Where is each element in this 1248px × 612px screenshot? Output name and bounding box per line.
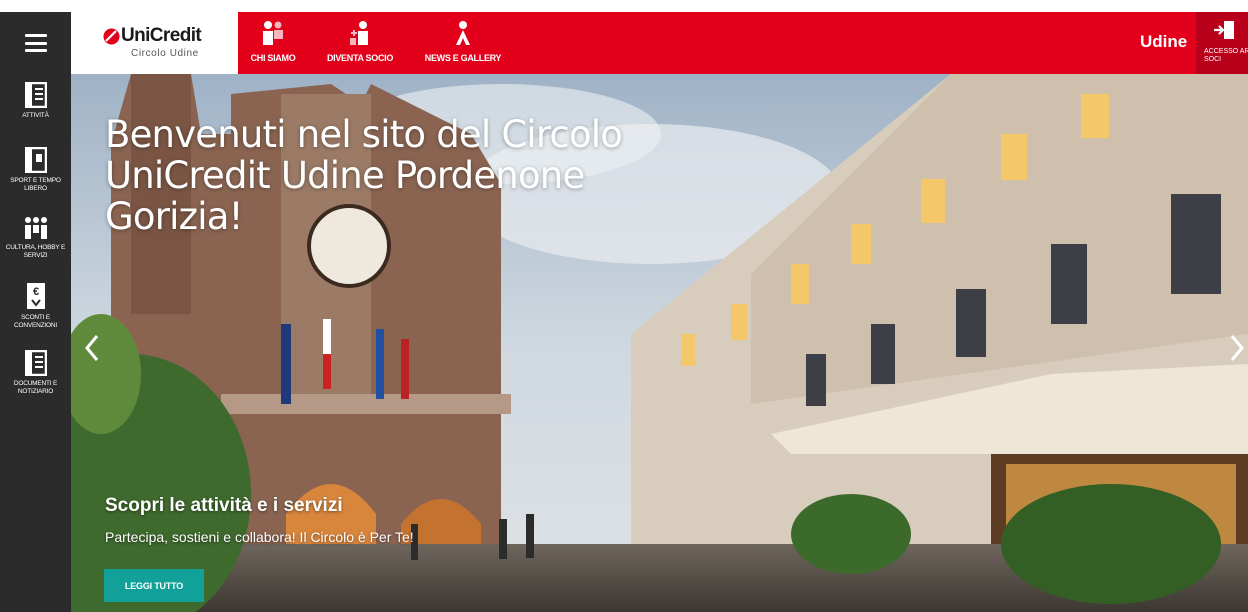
nav-diventa-socio[interactable]: DIVENTA SOCIO (322, 12, 398, 74)
city-selector[interactable]: Udine (1140, 32, 1187, 52)
newspaper-icon (24, 350, 47, 376)
sidebar-item-sport[interactable]: SPORT E TEMPO LIBERO (0, 147, 71, 192)
euro-discount-icon: € (26, 283, 45, 309)
brand-name: UniCredit (121, 25, 202, 46)
chevron-right-icon (1230, 335, 1244, 361)
people-icon (263, 21, 283, 45)
nav-item-label: CHI SIAMO (250, 53, 296, 63)
svg-text:€: € (32, 286, 38, 298)
sidebar-item-label: SCONTI E CONVENZIONI (14, 314, 57, 329)
sidebar-item-label: CULTURA, HOBBY E SERVIZI (5, 244, 66, 259)
sidebar-item-label: ATTIVITÀ (22, 112, 49, 119)
hero-subtitle: Scopri le attività e i servizi (105, 495, 343, 516)
brand-subtitle: Circolo Udine (131, 48, 199, 59)
read-more-button[interactable]: LEGGI TUTTO (104, 569, 204, 602)
chevron-left-icon (85, 335, 99, 361)
next-slide-button[interactable] (1226, 330, 1248, 366)
sidebar: ATTIVITÀ SPORT E TEMPO LIBERO CULTURA, H… (0, 12, 71, 612)
nav-item-label: DIVENTA SOCIO (326, 53, 394, 63)
sidebar-item-label: SPORT E TEMPO LIBERO (10, 177, 61, 192)
login-label: ACCESSO AREA SOCI (1204, 48, 1248, 63)
sidebar-item-cultura[interactable]: CULTURA, HOBBY E SERVIZI (0, 216, 71, 259)
ticket-icon (24, 147, 47, 173)
sidebar-item-documenti[interactable]: DOCUMENTI E NOTIZIARIO (0, 350, 71, 395)
login-icon (1214, 21, 1234, 39)
nav-chi-siamo[interactable]: CHI SIAMO (248, 12, 298, 74)
prev-slide-button[interactable] (81, 330, 103, 366)
hero-slider: Benvenuti nel sito del Circolo UniCredit… (71, 74, 1248, 612)
top-navigation: CHI SIAMO DIVENTA SOCIO NEWS E GALLERY U… (238, 12, 1248, 74)
hero-text: Partecipa, sostieni e collabora! Il Circ… (105, 529, 414, 545)
hero-title: Benvenuti nel sito del Circolo UniCredit… (105, 113, 623, 238)
brand-logo[interactable]: UniCredit Circolo Udine (71, 12, 238, 74)
person-add-icon (350, 21, 368, 45)
nav-news-gallery[interactable]: NEWS E GALLERY (418, 12, 508, 74)
nav-item-label: NEWS E GALLERY (424, 53, 502, 63)
menu-toggle-button[interactable] (0, 12, 71, 74)
unicredit-logo-icon (103, 28, 120, 45)
document-icon (24, 82, 47, 108)
sidebar-item-sconti[interactable]: € SCONTI E CONVENZIONI (0, 282, 71, 329)
login-button[interactable]: ACCESSO AREA SOCI (1196, 12, 1248, 74)
person-star-icon (456, 21, 470, 45)
hamburger-icon (24, 34, 47, 52)
sidebar-item-attivita[interactable]: ATTIVITÀ (0, 82, 71, 120)
sidebar-item-label: DOCUMENTI E NOTIZIARIO (13, 380, 58, 395)
group-icon (24, 217, 47, 239)
